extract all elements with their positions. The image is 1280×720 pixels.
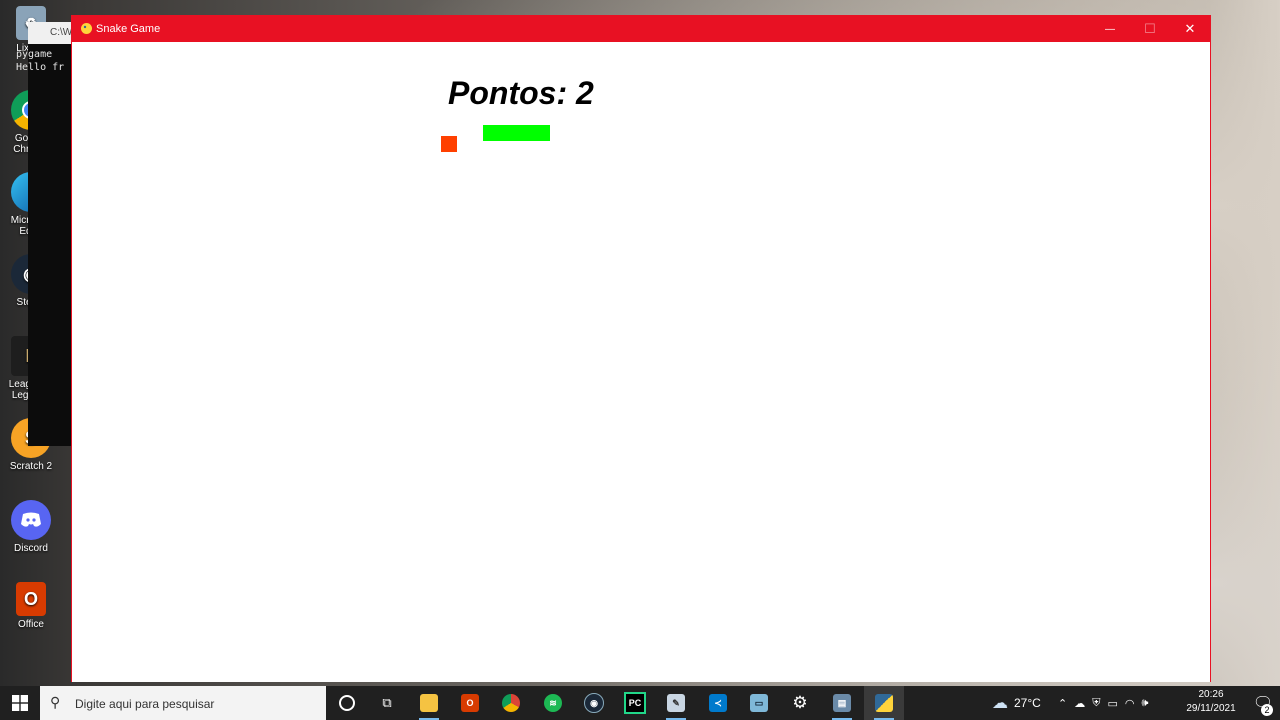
clock-date: 29/11/2021	[1186, 703, 1236, 714]
search-icon: ⚲	[50, 694, 61, 710]
minimize-button[interactable]: —	[1090, 16, 1130, 42]
pycharm-icon: PC	[624, 692, 646, 714]
console-output: pygame Hello fr	[16, 49, 65, 73]
task-view-icon: ⧉	[382, 695, 392, 710]
food-apple	[441, 136, 457, 152]
folder-icon	[420, 694, 438, 712]
chevron-up-icon: ⌃	[1058, 697, 1075, 710]
desktop-icon-label: Discord	[14, 543, 48, 554]
spotify-icon: ≋	[544, 694, 562, 712]
taskbar-vscode[interactable]: ≺	[698, 686, 738, 720]
snake-game-window[interactable]: Snake Game — ☐ ✕ Pontos: 2	[71, 15, 1211, 682]
desktop-icon-discord[interactable]: Discord	[2, 500, 60, 554]
task-view-button[interactable]: ⧉	[367, 686, 407, 720]
taskbar-chrome[interactable]	[491, 686, 531, 720]
maximize-button[interactable]: ☐	[1130, 16, 1170, 42]
cloud-icon: ☁	[992, 695, 1008, 712]
gear-icon: ⚙	[792, 693, 808, 712]
minimize-icon: —	[1105, 23, 1115, 35]
taskbar-snake-game[interactable]	[864, 686, 904, 720]
notification-center-button[interactable]: 🗨 2	[1246, 686, 1280, 720]
system-tray[interactable]: ⌃ ☁ ⛨ ▭ ◠ 🕪	[1058, 686, 1155, 720]
snake-body	[483, 125, 550, 141]
taskbar-search[interactable]: ⚲	[40, 686, 326, 720]
taskbar-office[interactable]: O	[450, 686, 490, 720]
onedrive-icon: ☁	[1074, 697, 1093, 710]
chrome-icon	[502, 694, 520, 712]
window-title: Snake Game	[96, 23, 161, 35]
notification-badge: 2	[1261, 704, 1273, 716]
volume-icon: 🕪	[1141, 696, 1156, 709]
maximize-icon: ☐	[1144, 21, 1156, 36]
windows-icon	[12, 695, 28, 711]
desktop-icon-label: Office	[18, 619, 44, 630]
taskbar-spotify[interactable]: ≋	[533, 686, 573, 720]
desktop-icon-label: Scratch 2	[9, 461, 53, 472]
taskbar-settings[interactable]: ⚙	[780, 686, 820, 720]
pygame-snake-icon	[81, 23, 92, 34]
discord-icon	[11, 500, 51, 540]
desktop-icon-office[interactable]: O Office	[2, 582, 60, 630]
vscode-icon: ≺	[709, 694, 727, 712]
weather-temperature: 27°C	[1014, 696, 1041, 710]
office-icon: O	[16, 582, 46, 616]
taskbar-clock[interactable]: 20:26 29/11/2021	[1180, 688, 1242, 716]
search-input[interactable]	[73, 693, 322, 715]
window-titlebar[interactable]: Snake Game — ☐ ✕	[72, 16, 1210, 42]
start-button[interactable]	[0, 686, 40, 720]
close-icon: ✕	[1184, 21, 1196, 36]
taskbar-notepad[interactable]: ▭	[739, 686, 779, 720]
close-button[interactable]: ✕	[1170, 16, 1210, 42]
python-icon	[875, 694, 893, 712]
notepad-icon: ▭	[750, 694, 768, 712]
taskbar-pycharm[interactable]: PC	[615, 686, 655, 720]
score-label: Pontos: 2	[448, 75, 594, 111]
weather-widget[interactable]: ☁ 27°C	[992, 686, 1041, 720]
taskbar-paint[interactable]: ✎	[656, 686, 696, 720]
console-title: C:\W	[50, 27, 73, 38]
steam-icon: ◉	[584, 693, 604, 713]
terminal-icon: ▤	[833, 694, 851, 712]
game-canvas[interactable]: Pontos: 2	[72, 42, 1210, 682]
taskbar-console[interactable]: ▤	[822, 686, 862, 720]
clock-time: 20:26	[1198, 689, 1224, 700]
wifi-icon: ◠	[1124, 697, 1142, 710]
cortana-button[interactable]	[327, 686, 367, 720]
taskbar-file-explorer[interactable]	[409, 686, 449, 720]
battery-icon: ▭	[1107, 697, 1125, 710]
cortana-icon	[339, 695, 355, 711]
taskbar-steam[interactable]: ◉	[574, 686, 614, 720]
taskbar: ⚲ ⧉ O ≋ ◉ PC ✎ ≺ ▭ ⚙ ▤ ☁ 27°C	[0, 686, 1280, 720]
security-icon: ⛨	[1092, 696, 1108, 709]
office-icon: O	[461, 694, 479, 712]
paint-icon: ✎	[667, 694, 685, 712]
